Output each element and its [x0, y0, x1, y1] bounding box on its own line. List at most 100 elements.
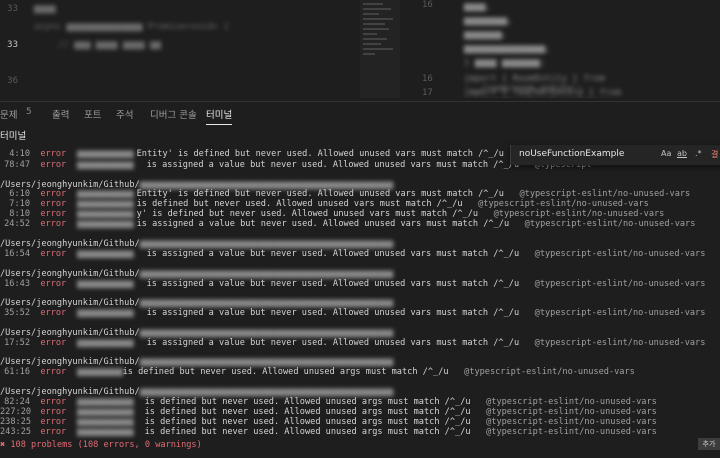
redacted-identifier: ▆▆▆▆▆▆▆▆▆▆▆ — [76, 219, 134, 229]
error-severity: error — [40, 367, 67, 377]
terminal-error-line: 4:10 error ▆▆▆▆▆▆▆▆▆▆▆ Entity' is defined… — [0, 149, 581, 160]
code-line: ▆▆▆▆, — [464, 2, 492, 12]
tab-ports[interactable]: 포트 — [84, 107, 101, 121]
error-location[interactable]: 78:47 — [0, 160, 30, 171]
line-number: 33 — [7, 4, 18, 14]
error-severity: error — [40, 189, 67, 199]
terminal-error-line: 35:52 error ▆▆▆▆▆▆▆▆▆▆▆ is assigned a val… — [0, 308, 705, 319]
tab-problems[interactable]: 문제 — [0, 107, 17, 121]
file-path-text: /Users/jeonghyunkim/Github/ — [0, 298, 140, 308]
find-widget[interactable]: noUseFunctionExample Aa ab .* 결 — [510, 145, 720, 165]
error-message: is defined but never used. Allowed unuse… — [144, 397, 471, 407]
code-line: ▆▆▆▆▆▆▆▆▆▆▆▆▆▆▆, — [464, 44, 551, 54]
error-location[interactable]: 24:52 — [0, 219, 30, 230]
eslint-rule[interactable]: @typescript-eslint/no-unused-vars — [494, 209, 665, 219]
error-message: is assigned a value but never used. Allo… — [146, 249, 520, 259]
match-word-toggle[interactable]: ab — [677, 149, 687, 158]
error-severity: error — [40, 397, 67, 407]
minimap[interactable] — [360, 0, 400, 98]
terminal-title: 터미널 — [0, 131, 27, 142]
error-message: Entity' is defined but never used. Allow… — [136, 189, 504, 199]
code-line: import { TeacherEntity } from '../teache… — [464, 88, 622, 98]
terminal-error-line: 61:16 error ▆▆▆▆▆▆▆▆▆▆▆is defined but ne… — [0, 367, 635, 378]
tab-terminal[interactable]: 터미널 — [206, 107, 233, 125]
tab-debug-console[interactable]: 디버그 콘솔 — [150, 107, 197, 121]
error-location[interactable]: 4:10 — [0, 149, 30, 160]
file-path-text: /Users/jeonghyunkim/Github/ — [0, 328, 140, 338]
code-line: async ▆▆▆▆▆▆▆▆▆▆▆▆▆▆ Promise<void> { — [34, 22, 230, 32]
editor-area[interactable]: 33 33 36 ▆▆▆▆ async ▆▆▆▆▆▆▆▆▆▆▆▆▆▆ Promi… — [0, 0, 720, 98]
error-location[interactable]: 16:43 — [0, 279, 30, 290]
eslint-rule[interactable]: @typescript-eslint/no-unused-vars — [535, 249, 706, 259]
redacted-identifier: ▆▆▆▆▆▆▆▆▆▆▆ — [76, 308, 134, 318]
find-input[interactable]: noUseFunctionExample — [519, 149, 624, 159]
file-path-text: /Users/jeonghyunkim/Github/ — [0, 269, 140, 279]
eslint-rule[interactable]: @typescript-eslint/no-unused-vars — [486, 407, 657, 417]
error-location[interactable]: 17:52 — [0, 338, 30, 349]
corner-badge[interactable]: 추가 — [698, 438, 720, 450]
error-message: is assigned a value but never used. Allo… — [136, 219, 510, 229]
eslint-rule[interactable]: @typescript-eslint/no-unused-vars — [535, 279, 706, 289]
redacted-path: ▆▆▆▆▆▆▆▆▆▆▆▆▆▆▆▆▆▆▆▆▆▆▆▆▆▆▆▆▆▆▆▆▆▆▆▆▆▆▆▆… — [139, 239, 394, 249]
match-case-toggle[interactable]: Aa — [661, 149, 671, 158]
line-number: 36 — [7, 76, 18, 86]
eslint-rule[interactable]: @typescript-eslint/no-unused-vars — [486, 417, 657, 427]
error-severity: error — [40, 279, 67, 289]
error-location[interactable]: 35:52 — [0, 308, 30, 319]
error-message: is defined but never used. Allowed unuse… — [144, 417, 471, 427]
error-location[interactable]: 61:16 — [0, 367, 30, 378]
redacted-path: ▆▆▆▆▆▆▆▆▆▆▆▆▆▆▆▆▆▆▆▆▆▆▆▆▆▆▆▆▆▆▆▆▆▆▆▆▆▆▆▆… — [139, 328, 394, 338]
error-location[interactable]: 16:54 — [0, 249, 30, 260]
line-number: 16 — [422, 0, 433, 10]
error-message: is defined but never used. Allowed unuse… — [144, 407, 471, 417]
redacted-identifier: ▆▆▆▆▆▆▆▆▆▆▆ — [76, 249, 134, 259]
panel-tab-bar: 문제 5 출력 포트 주석 디버그 콘솔 터미널 — [0, 101, 720, 126]
terminal-error-line: 78:47 error ▆▆▆▆▆▆▆▆▆▆▆ is assigned a val… — [0, 160, 597, 171]
error-severity: error — [40, 219, 67, 229]
terminal-error-line: 17:52 error ▆▆▆▆▆▆▆▆▆▆▆ is assigned a val… — [0, 338, 705, 349]
redacted-path: ▆▆▆▆▆▆▆▆▆▆▆▆▆▆▆▆▆▆▆▆▆▆▆▆▆▆▆▆▆▆▆▆▆▆▆▆▆▆▆▆… — [139, 269, 394, 279]
regex-toggle[interactable]: .* — [695, 149, 702, 158]
eslint-rule[interactable]: @typescript-eslint/no-unused-vars — [519, 189, 690, 199]
error-severity: error — [40, 149, 67, 159]
error-message: is assigned a value but never used. Allo… — [146, 279, 520, 289]
error-message: is assigned a value but never used. Allo… — [146, 338, 520, 348]
terminal-output[interactable]: 4:10 error ▆▆▆▆▆▆▆▆▆▆▆ Entity' is defined… — [0, 142, 720, 458]
eslint-rule[interactable]: @typescript-eslint/no-unused-vars — [478, 199, 649, 209]
error-severity: error — [40, 160, 67, 170]
eslint-rule[interactable]: @typescript-eslint/no-unused-vars — [464, 367, 635, 377]
line-number: 16 — [422, 74, 433, 84]
eslint-rule[interactable]: @typescript-eslint/no-unused-vars — [535, 338, 706, 348]
error-severity: error — [40, 338, 67, 348]
error-message: is defined but never used. Allowed unuse… — [136, 199, 463, 209]
tab-output[interactable]: 출력 — [52, 107, 69, 121]
problem-count-badge: 5 — [26, 107, 32, 117]
eslint-rule[interactable]: @typescript-eslint/no-unused-vars — [525, 219, 696, 229]
redacted-identifier: ▆▆▆▆▆▆▆▆▆▆▆ — [76, 367, 123, 377]
redacted-identifier: ▆▆▆▆▆▆▆▆▆▆▆ — [76, 149, 134, 159]
redacted-path: ▆▆▆▆▆▆▆▆▆▆▆▆▆▆▆▆▆▆▆▆▆▆▆▆▆▆▆▆▆▆▆▆▆▆▆▆▆▆▆▆… — [139, 387, 394, 397]
right-editor-pane[interactable]: 16 ▆▆▆▆, ▆▆▆▆▆▆▆▆, ▆▆▆▆▆▆▆, ▆▆▆▆▆▆▆▆▆▆▆▆… — [404, 0, 720, 98]
code-line: ▆▆▆▆ — [34, 4, 56, 14]
terminal-header: 터미널 — [0, 126, 720, 142]
error-message: y' is defined but never used. Allowed un… — [136, 209, 479, 219]
redacted-identifier: ▆▆▆▆▆▆▆▆▆▆▆ — [76, 160, 134, 170]
find-result-label: 결 — [711, 150, 719, 159]
terminal-error-line: 243:25 error ▆▆▆▆▆▆▆▆▆▆▆ is defined but n… — [0, 427, 657, 438]
error-severity: error — [40, 199, 67, 209]
redacted-identifier: ▆▆▆▆▆▆▆▆▆▆▆ — [76, 279, 134, 289]
terminal-error-line: 16:43 error ▆▆▆▆▆▆▆▆▆▆▆ is assigned a val… — [0, 279, 705, 290]
eslint-rule[interactable]: @typescript-eslint/no-unused-vars — [535, 308, 706, 318]
error-message: is defined but never used. Allowed unuse… — [144, 427, 471, 437]
line-number: 17 — [422, 88, 433, 98]
error-location[interactable]: 243:25 — [0, 427, 31, 438]
code-line: } ▆▆▆▆ ▆▆▆▆▆▆▆; — [464, 58, 546, 68]
file-path-text: /Users/jeonghyunkim/Github/ — [0, 357, 140, 367]
tab-comments[interactable]: 주석 — [116, 107, 133, 121]
error-severity: error — [40, 407, 67, 417]
error-severity: error — [40, 427, 67, 437]
line-number: 33 — [7, 40, 18, 50]
redacted-identifier: ▆▆▆▆▆▆▆▆▆▆▆ — [76, 427, 134, 437]
eslint-rule[interactable]: @typescript-eslint/no-unused-vars — [486, 427, 657, 437]
eslint-rule[interactable]: @typescript-eslint/no-unused-vars — [486, 397, 657, 407]
